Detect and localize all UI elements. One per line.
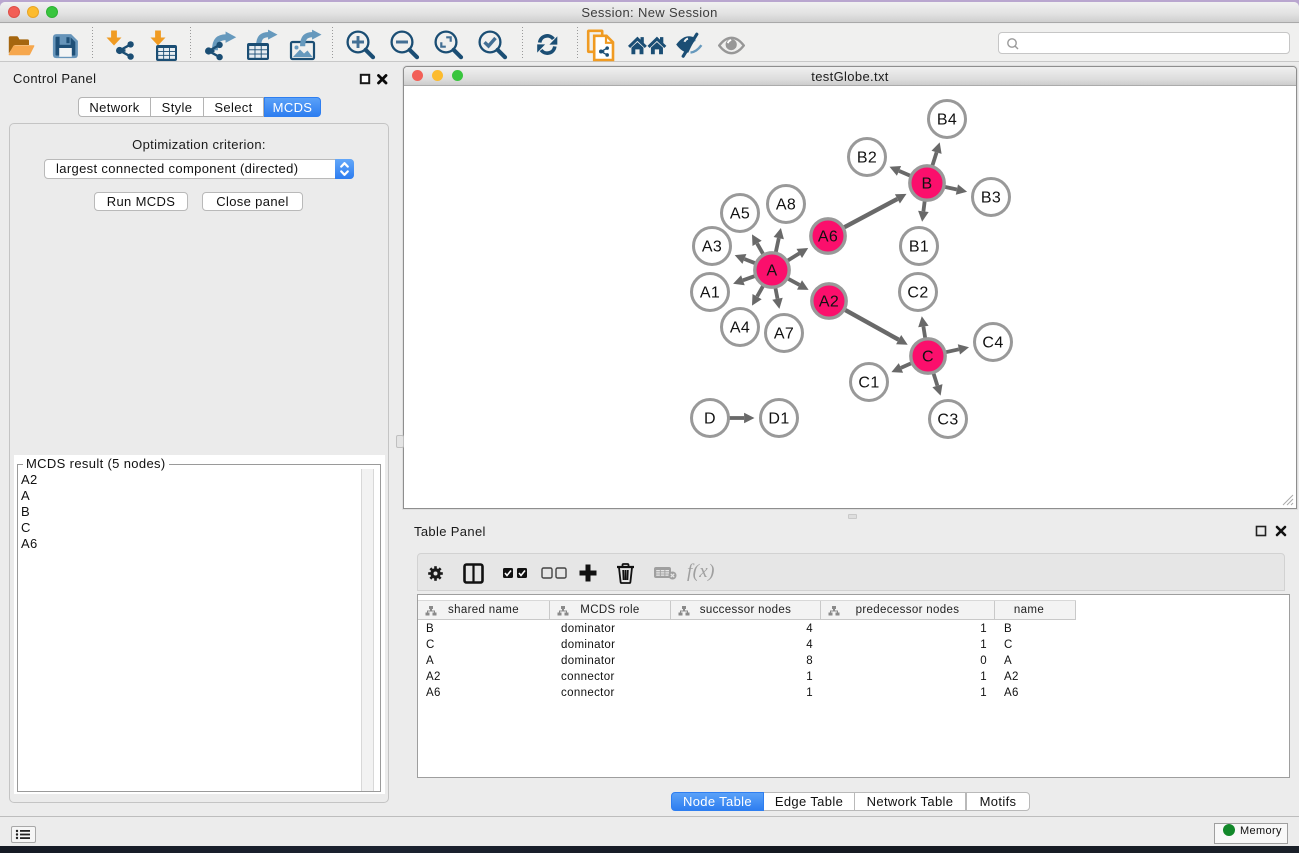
svg-text:A3: A3 [702,239,722,256]
svg-text:A7: A7 [774,326,794,343]
svg-text:A5: A5 [730,206,750,223]
svg-text:A: A [766,263,777,280]
svg-text:B1: B1 [909,239,929,256]
svg-text:A2: A2 [819,294,839,311]
svg-text:C3: C3 [937,412,958,429]
svg-text:A4: A4 [730,320,750,337]
svg-text:A6: A6 [818,229,838,246]
svg-text:C2: C2 [907,285,928,302]
svg-text:C1: C1 [858,375,879,392]
svg-text:B: B [921,176,932,193]
svg-text:C: C [922,349,934,366]
svg-text:B3: B3 [981,190,1001,207]
svg-text:A8: A8 [776,197,796,214]
svg-text:B2: B2 [857,150,877,167]
svg-text:A1: A1 [700,285,720,302]
svg-text:B4: B4 [937,112,957,129]
svg-text:C4: C4 [982,335,1003,352]
svg-text:D1: D1 [768,411,789,428]
svg-text:D: D [704,411,716,428]
